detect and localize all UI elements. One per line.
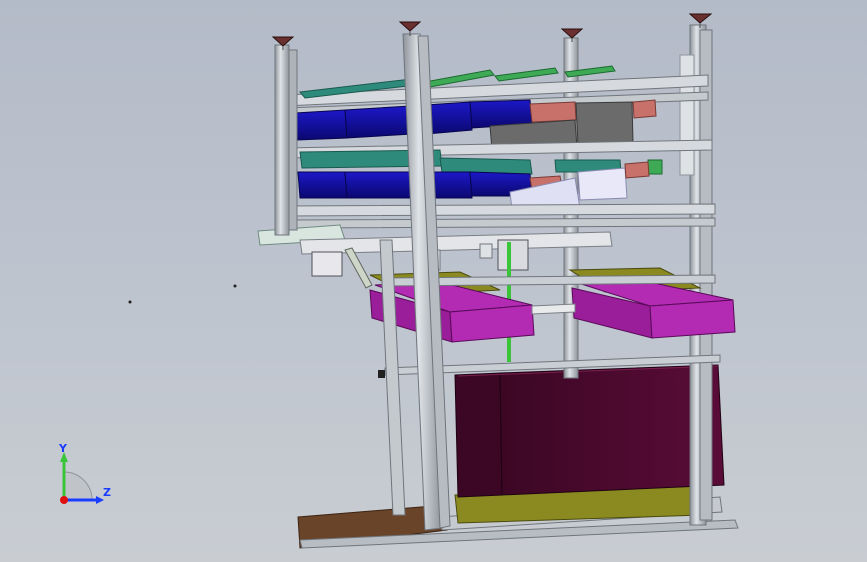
middle-bin-1 <box>297 171 348 199</box>
shelf-rail-low-2 <box>289 217 716 229</box>
upper-salmon-block <box>529 101 577 123</box>
mid-green-tab <box>647 159 663 175</box>
upper-gray-block-2 <box>575 101 634 145</box>
middle-salmon-small <box>624 161 650 179</box>
top-board-3 <box>494 67 559 82</box>
slide-arm <box>344 247 373 289</box>
magenta-tray-right-front <box>649 299 736 339</box>
shelf-rail-low <box>284 203 716 217</box>
middle-lavender-block-2 <box>577 167 628 201</box>
funnel-top-2 <box>398 21 422 32</box>
funnel-top-3 <box>560 28 584 39</box>
funnel-top-4 <box>688 13 713 24</box>
upper-salmon-small <box>632 99 657 119</box>
middle-bin-2 <box>344 171 413 199</box>
top-board-2 <box>423 69 495 88</box>
coordinate-triad-icon <box>60 452 104 504</box>
assembly-model[interactable] <box>0 0 867 562</box>
triad-z-label: Z <box>103 486 111 499</box>
upper-bin-2 <box>344 105 413 139</box>
gripper-mid <box>497 239 529 271</box>
cad-viewport[interactable]: Y Z <box>0 0 867 562</box>
maroon-container-side <box>454 372 503 498</box>
tray-rail <box>531 303 576 315</box>
point-marker-1 <box>128 300 132 304</box>
point-marker-2 <box>233 284 237 288</box>
magenta-tray-left-front <box>449 304 535 343</box>
gripper-left <box>311 251 343 277</box>
frame-post-front-left <box>274 44 290 236</box>
triad-y-label: Y <box>59 442 67 455</box>
upper-bin-1 <box>294 109 348 141</box>
